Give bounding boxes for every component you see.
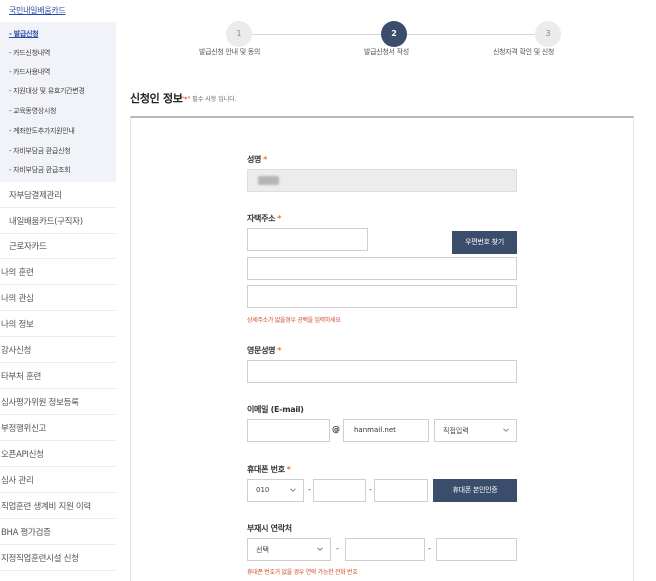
- sidebar-item-jobseeker-card[interactable]: 내일배움카드(구직자): [0, 208, 116, 234]
- required-star: *: [286, 465, 291, 474]
- address-detail-input[interactable]: [247, 285, 517, 308]
- step-1-circle: 1: [226, 21, 252, 47]
- name-field: [247, 169, 517, 192]
- sidebar-item-my-training[interactable]: 나의 훈련: [0, 259, 116, 285]
- sidebar-subitem-card-history[interactable]: - 카드신청내역: [9, 48, 50, 58]
- required-star: *: [277, 346, 282, 355]
- progress-stepper: 1 2 3 발급신청 안내 및 동의 발급신청서 작성 신청자격 확인 및 신청: [116, 0, 656, 80]
- email-domain-value: hanmail.net: [354, 426, 396, 434]
- sidebar-item-fraud-report[interactable]: 부정행위신고: [0, 415, 116, 441]
- sidebar-item-open-api[interactable]: 오픈API신청: [0, 441, 116, 467]
- sidebar-subitem-refund-inquiry[interactable]: - 자비부담금 환급조회: [9, 165, 71, 175]
- phone-middle-input[interactable]: [313, 479, 366, 502]
- email-domain-select[interactable]: 직접입력: [434, 419, 517, 442]
- address-hint: 상세주소가 없을경우 공백을 입력하세요: [247, 317, 341, 324]
- phone-prefix-value: 010: [256, 486, 270, 494]
- sidebar: 국민내일배움카드 - 발급신청 - 카드신청내역 - 카드사용내역 - 지원대상…: [0, 0, 116, 581]
- phone-dash: -: [369, 485, 372, 494]
- step-3-circle: 3: [535, 21, 561, 47]
- step-connector: [407, 34, 535, 35]
- phone-label: 휴대폰 번호 *: [247, 465, 291, 474]
- alt-dash: -: [336, 544, 339, 553]
- step-connector: [252, 34, 381, 35]
- phone-dash: -: [308, 485, 311, 494]
- sidebar-submenu: - 발급신청 - 카드신청내역 - 카드사용내역 - 지원대상 및 유효기간변경…: [0, 22, 116, 182]
- sidebar-item-worker-card[interactable]: 근로자카드: [0, 233, 116, 259]
- required-note-text: 필수 사항 입니다.: [190, 96, 237, 103]
- sidebar-link-national-card[interactable]: 국민내일배움카드: [9, 5, 66, 16]
- sidebar-subitem-card-usage[interactable]: - 카드사용내역: [9, 67, 50, 77]
- chevron-down-icon: [317, 547, 323, 551]
- step-3-label: 신청자격 확인 및 신청: [493, 48, 555, 56]
- email-at-symbol: @: [332, 425, 340, 434]
- alt-dash: -: [428, 544, 431, 553]
- sidebar-item-other-ministry[interactable]: 타부처 훈련: [0, 363, 116, 389]
- sidebar-subitem-video[interactable]: - 교육동영상시청: [9, 106, 56, 116]
- alt-contact-last-input[interactable]: [436, 538, 517, 561]
- masked-name: [258, 176, 279, 185]
- phone-last-input[interactable]: [374, 479, 428, 502]
- required-star: *: [277, 214, 282, 223]
- sidebar-subitem-refund-apply[interactable]: - 자비부담금 환급신청: [9, 146, 71, 156]
- address-input[interactable]: [247, 257, 517, 280]
- english-name-input[interactable]: [247, 360, 517, 383]
- section-title: 신청인 정보: [130, 92, 183, 105]
- alt-prefix-value: 선택: [256, 546, 269, 554]
- sidebar-item-reviewer-register[interactable]: 심사평가위원 정보등록: [0, 389, 116, 415]
- required-star: *: [263, 155, 268, 164]
- sidebar-item-review-mgmt[interactable]: 심사 관리: [0, 467, 116, 493]
- chevron-down-icon: [503, 428, 509, 432]
- phone-verify-button[interactable]: 휴대폰 본인인증: [433, 479, 517, 502]
- sidebar-subitem-eligibility-change[interactable]: - 지원대상 및 유효기간변경: [9, 86, 85, 96]
- alt-contact-hint: 휴대폰 번호가 없을 경우 연락 가능한 전화 번호: [247, 569, 358, 576]
- step-2-label: 발급신청서 작성: [364, 48, 409, 56]
- sidebar-item-instructor[interactable]: 강사신청: [0, 337, 116, 363]
- email-domain-input[interactable]: hanmail.net: [343, 419, 429, 442]
- alt-contact-middle-input[interactable]: [345, 538, 425, 561]
- address-label: 자택주소 *: [247, 214, 282, 223]
- english-name-label: 영문성명 *: [247, 346, 282, 355]
- step-2-circle: 2: [381, 21, 407, 47]
- email-select-value: 직접입력: [443, 427, 469, 435]
- alt-contact-label: 부재시 연락처: [247, 524, 292, 533]
- alt-contact-prefix-select[interactable]: 선택: [247, 538, 331, 561]
- step-1-label: 발급신청 안내 및 동의: [199, 48, 261, 56]
- required-note-star: "*": [181, 96, 191, 103]
- sidebar-item-my-interest[interactable]: 나의 관심: [0, 285, 116, 311]
- email-label: 이메일 (E-mail): [247, 405, 304, 414]
- postcode-input[interactable]: [247, 228, 368, 251]
- email-id-input[interactable]: [247, 419, 330, 442]
- sidebar-item-copay[interactable]: 자부담결제관리: [0, 182, 116, 208]
- sidebar-subitem-apply[interactable]: - 발급신청: [9, 29, 39, 39]
- sidebar-item-living-allowance[interactable]: 직업훈련 생계비 지원 이력: [0, 493, 116, 519]
- required-note: "*" 필수 사항 입니다.: [181, 94, 237, 103]
- chevron-down-icon: [290, 488, 296, 492]
- sidebar-item-bha[interactable]: BHA 평가검증: [0, 519, 116, 545]
- sidebar-item-my-info[interactable]: 나의 정보: [0, 311, 116, 337]
- phone-prefix-select[interactable]: 010: [247, 479, 304, 502]
- postcode-search-button[interactable]: 우편번호 찾기: [452, 231, 517, 254]
- name-label: 성명 *: [247, 155, 268, 164]
- sidebar-item-designated-facility[interactable]: 지정직업훈련시설 신청: [0, 545, 116, 571]
- sidebar-subitem-limit-info[interactable]: - 계좌한도추가지원안내: [9, 126, 75, 136]
